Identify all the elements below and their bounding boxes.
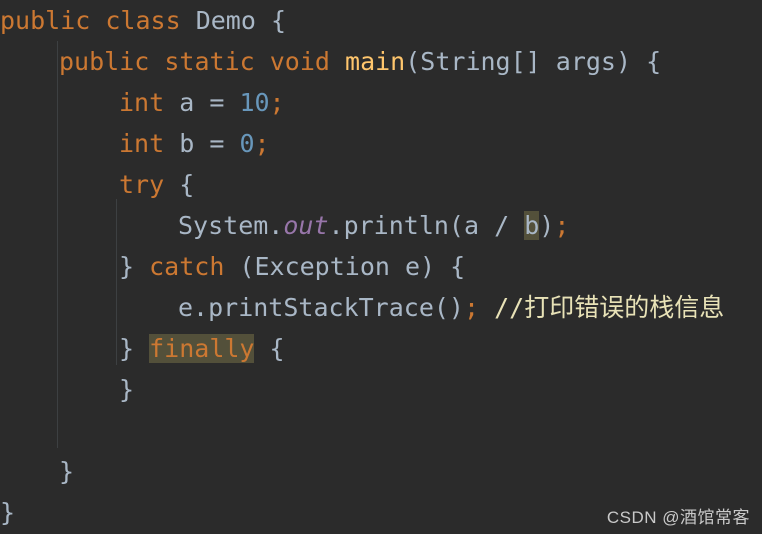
code-token: (String[] args) { [405,47,662,76]
code-line[interactable]: int b = 0; [119,123,270,164]
code-token: } [119,334,150,363]
code-token: out [283,211,329,240]
code-token: 0 [239,129,255,158]
code-token: } [119,375,135,404]
code-token: b [164,129,210,158]
code-token: public [0,6,91,35]
code-line[interactable]: public class Demo { [0,0,286,41]
code-token: e.printStackTrace() [178,293,464,322]
highlighted-token: b [524,211,540,240]
code-token: System. [178,211,284,240]
code-line[interactable]: try { [119,164,194,205]
code-token: { [254,334,285,363]
code-token: int [119,129,165,158]
code-token: = [209,129,225,158]
csdn-watermark: CSDN @酒馆常客 [606,508,750,527]
code-token: class [105,6,181,35]
code-line[interactable]: int a = 10; [119,82,285,123]
code-token: catch [149,252,225,281]
code-token: } [119,252,150,281]
code-token: a [164,88,210,117]
code-line[interactable]: e.printStackTrace(); //打印错误的栈信息 [178,287,724,328]
code-token: { [255,6,287,35]
code-token: try [119,170,165,199]
code-line[interactable]: } catch (Exception e) { [119,246,465,287]
code-lines-container[interactable]: public class Demo {public static void ma… [0,0,762,534]
code-token: ; [254,129,270,158]
code-token: .println(a / [328,211,525,240]
indent-guide-0 [57,41,58,448]
code-token: //打印错误的栈信息 [494,293,725,322]
code-line[interactable]: public static void main(String[] args) { [59,41,661,82]
indent-guide-1 [116,199,117,365]
code-token: = [209,88,225,117]
code-token: ; [463,293,480,322]
code-token: } [0,498,16,527]
code-token: ) [539,211,555,240]
code-token: void [269,47,330,76]
code-token: Demo [195,6,256,35]
code-line[interactable]: } [0,492,15,533]
code-token: main [345,47,406,76]
code-line[interactable]: } finally { [119,328,285,369]
code-token: static [164,47,255,76]
code-line[interactable]: } [59,451,74,492]
code-editor-view: public class Demo {public static void ma… [0,0,762,534]
code-token: int [119,88,165,117]
code-token: } [59,457,75,486]
code-token: public [59,47,150,76]
code-token: 10 [239,88,270,117]
code-token: ; [269,88,285,117]
code-line[interactable]: System.out.println(a / b); [178,205,569,246]
code-token: (Exception e) { [224,252,466,281]
code-line[interactable]: } [119,369,134,410]
code-token: { [164,170,195,199]
code-token: ; [554,211,570,240]
highlighted-token: finally [149,334,255,363]
